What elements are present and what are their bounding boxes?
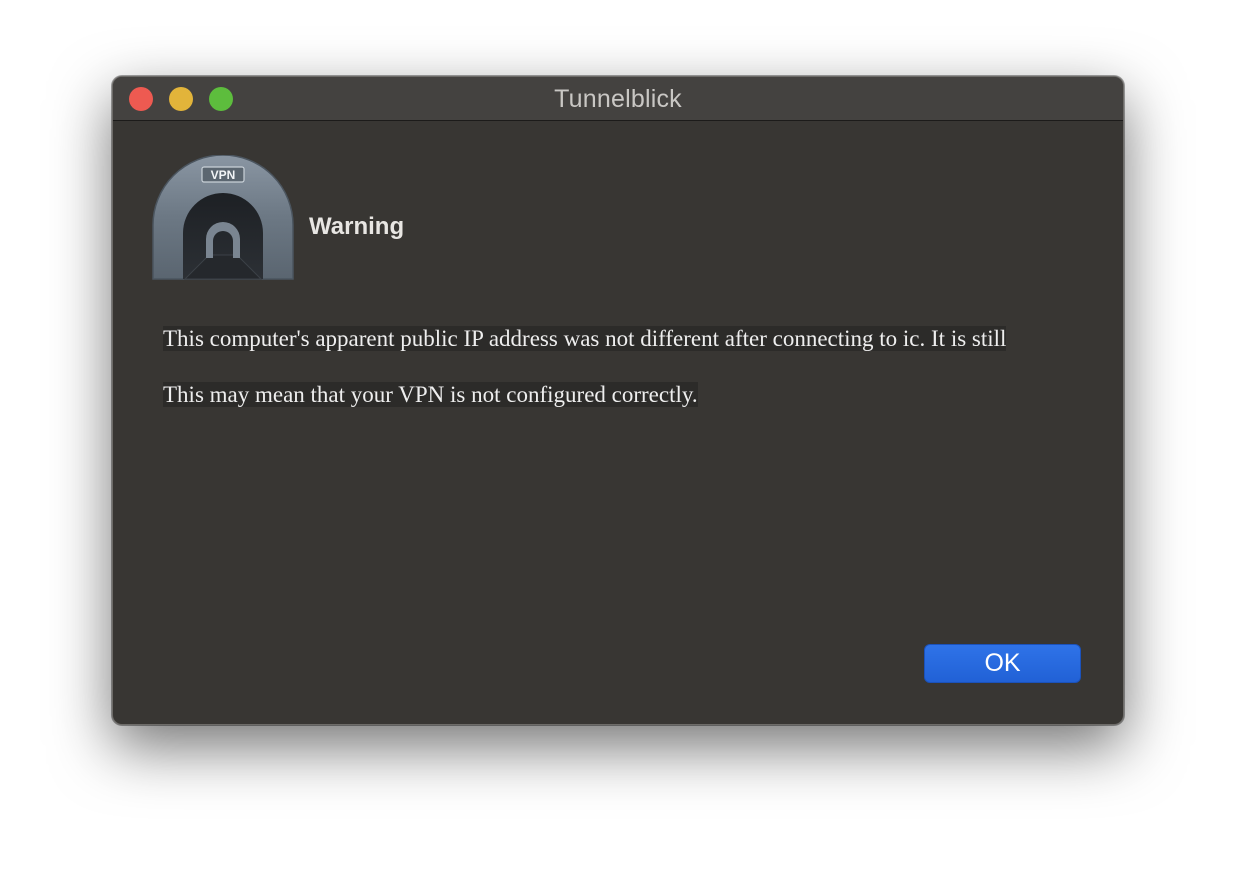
vpn-badge-label: VPN [211,168,236,182]
ok-button[interactable]: OK [924,644,1081,683]
window-title: Tunnelblick [554,85,682,113]
dialog-message: This computer's apparent public IP addre… [163,325,1043,409]
dialog-heading: Warning [309,213,405,240]
title-bar[interactable]: Tunnelblick [113,77,1123,121]
tunnelblick-warning-window: Tunnelblick VPN Warning This computer's … [112,76,1124,725]
message-line-1: This computer's apparent public IP addre… [163,326,1007,351]
tunnelblick-vpn-icon: VPN [152,155,294,280]
message-line-2: This may mean that your VPN is not confi… [163,382,698,407]
